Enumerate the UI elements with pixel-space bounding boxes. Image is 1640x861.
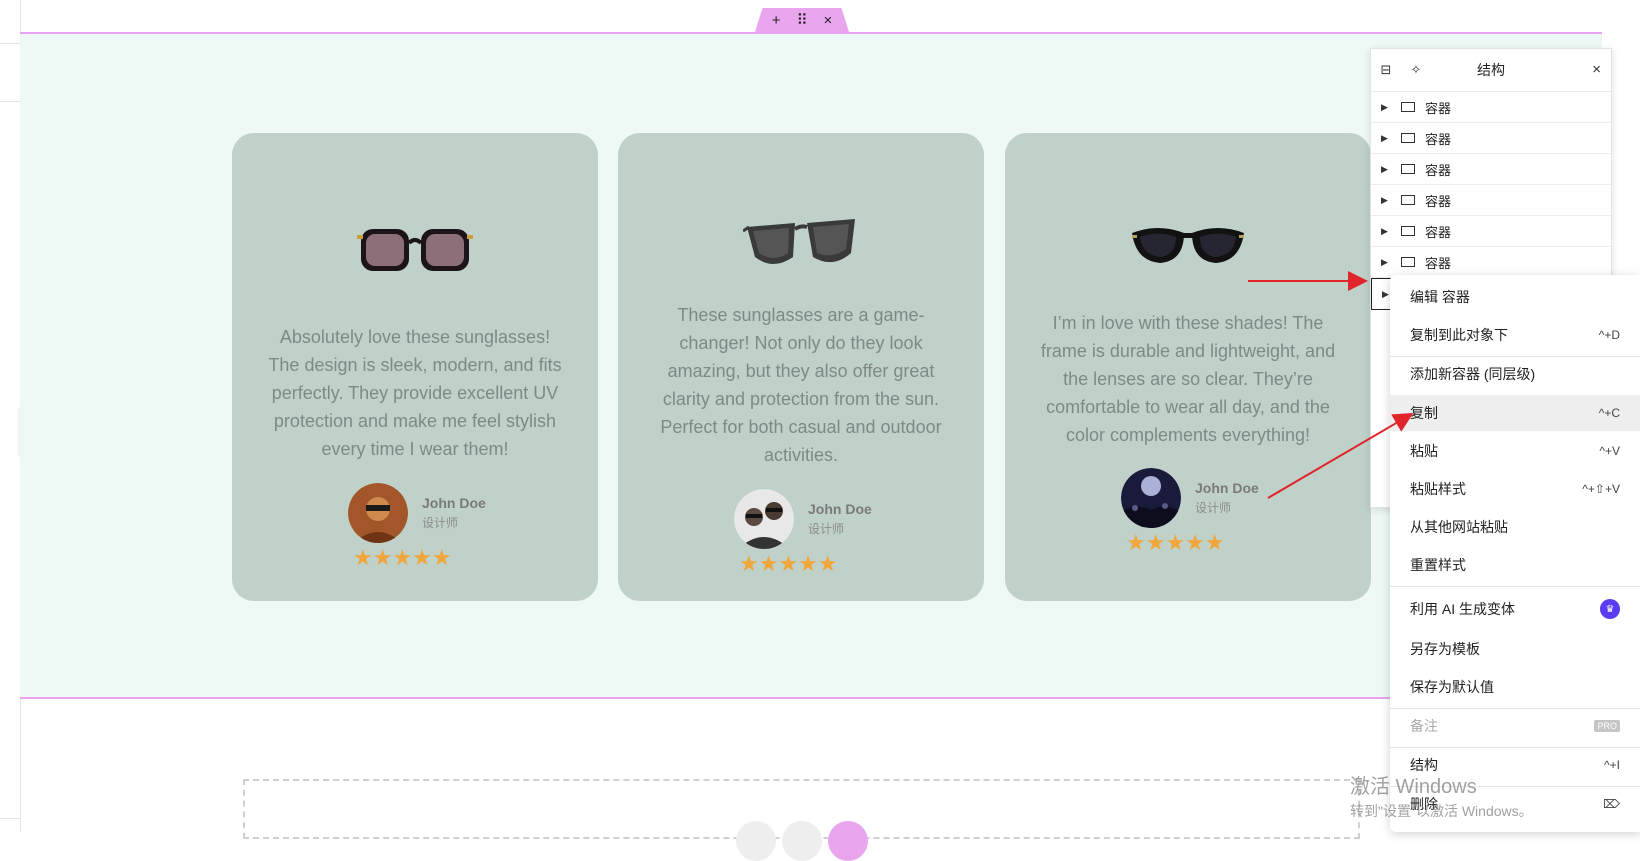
menu-item-paste-style[interactable]: 粘贴样式 ^+⇧+V xyxy=(1390,471,1640,507)
author: John Doe 设计师 xyxy=(348,483,486,543)
expand-arrow-icon[interactable]: ▶ xyxy=(1381,195,1395,206)
structure-item-label: 容器 xyxy=(1425,255,1452,271)
structure-item[interactable]: ▶ 容器 xyxy=(1371,154,1611,185)
testimonial-card[interactable]: Absolutely love these sunglasses! The de… xyxy=(232,133,598,601)
structure-item[interactable]: ▶ 容器 xyxy=(1371,123,1611,154)
expand-arrow-icon[interactable]: ▶ xyxy=(1381,102,1395,113)
add-template-button[interactable] xyxy=(782,821,822,861)
menu-item-save-template[interactable]: 另存为模板 xyxy=(1390,631,1640,667)
structure-panel-header: ⊟ ✧ 结构 × xyxy=(1371,49,1611,92)
container-icon xyxy=(1401,257,1415,267)
testimonial-quote: These sunglasses are a game-changer! Not… xyxy=(660,305,942,465)
author-role: 设计师 xyxy=(808,522,845,536)
container-icon xyxy=(1401,226,1415,236)
expand-arrow-icon[interactable]: ▶ xyxy=(1381,133,1395,144)
structure-item-label: 容器 xyxy=(1425,193,1452,209)
section-handle: + ⠿ × xyxy=(755,8,849,32)
menu-item-copy[interactable]: 复制 ^+C xyxy=(1390,395,1640,431)
menu-item-add-container[interactable]: 添加新容器 (同层级) xyxy=(1390,356,1640,392)
menu-item-duplicate[interactable]: 复制到此对象下 ^+D xyxy=(1390,317,1640,353)
avatar xyxy=(348,483,408,543)
container-icon xyxy=(1401,195,1415,205)
avatar xyxy=(1121,468,1181,528)
sunglasses-image xyxy=(357,229,473,271)
sunglasses-image xyxy=(1132,228,1244,263)
author-name: John Doe xyxy=(808,501,872,517)
menu-item-paste-from-site[interactable]: 从其他网站粘贴 xyxy=(1390,509,1640,545)
context-menu: 编辑 容器 复制到此对象下 ^+D 添加新容器 (同层级) 复制 ^+C 粘贴 ^+V… xyxy=(1390,275,1640,832)
divider xyxy=(1390,586,1640,587)
ai-button[interactable] xyxy=(828,821,868,861)
testimonial-card[interactable]: I’m in love with these shades! The frame… xyxy=(1005,133,1371,601)
menu-item-paste[interactable]: 粘贴 ^+V xyxy=(1390,433,1640,469)
sparkle-icon[interactable]: ✧ xyxy=(1401,62,1431,78)
star-rating: ★★★★★ xyxy=(739,551,838,576)
author-role: 设计师 xyxy=(422,516,459,530)
author-name: John Doe xyxy=(422,495,486,511)
author-name: John Doe xyxy=(1195,480,1259,496)
menu-item-structure[interactable]: 结构 ^+I xyxy=(1390,747,1640,783)
expand-arrow-icon[interactable]: ▶ xyxy=(1381,257,1395,268)
structure-item[interactable]: ▶ 容器 xyxy=(1371,92,1611,123)
expand-arrow-icon[interactable]: ▶ xyxy=(1381,226,1395,237)
testimonial-quote: I’m in love with these shades! The frame… xyxy=(1040,313,1336,445)
testimonial-quote: Absolutely love these sunglasses! The de… xyxy=(268,327,562,459)
ai-crown-icon: ♛ xyxy=(1600,599,1620,619)
left-sidebar-strip xyxy=(0,0,21,832)
menu-item-edit-container[interactable]: 编辑 容器 xyxy=(1390,279,1640,315)
star-rating: ★★★★★ xyxy=(353,545,452,570)
menu-item-notes: 备注 PRO xyxy=(1390,708,1640,744)
menu-item-save-default[interactable]: 保存为默认值 xyxy=(1390,669,1640,705)
author: John Doe 设计师 xyxy=(1121,468,1259,528)
avatar xyxy=(734,489,794,549)
structure-item-label: 容器 xyxy=(1425,162,1452,178)
structure-item-label: 容器 xyxy=(1425,131,1452,147)
drag-handle-icon[interactable]: ⠿ xyxy=(797,11,808,29)
container-icon xyxy=(1401,164,1415,174)
expand-arrow-icon[interactable]: ▶ xyxy=(1381,164,1395,175)
container-icon xyxy=(1401,133,1415,143)
author-role: 设计师 xyxy=(1195,501,1232,515)
pro-badge: PRO xyxy=(1594,720,1620,732)
dropdown-icon[interactable]: ⊟ xyxy=(1371,62,1401,78)
star-rating: ★★★★★ xyxy=(1126,530,1225,555)
container-icon xyxy=(1401,102,1415,112)
author: John Doe 设计师 xyxy=(734,489,872,549)
structure-item[interactable]: ▶ 容器 xyxy=(1371,216,1611,247)
add-element-button[interactable] xyxy=(736,821,776,861)
menu-item-delete[interactable]: 删除 ⌦ xyxy=(1390,786,1640,822)
structure-item-label: 容器 xyxy=(1425,224,1452,240)
structure-item[interactable]: ▶ 容器 xyxy=(1371,185,1611,216)
structure-item-label: 容器 xyxy=(1425,100,1452,116)
divider xyxy=(0,818,20,819)
menu-item-reset-style[interactable]: 重置样式 xyxy=(1390,547,1640,583)
menu-item-ai-variant[interactable]: 利用 AI 生成变体 ♛ xyxy=(1390,589,1640,629)
testimonial-section[interactable]: Absolutely love these sunglasses! The de… xyxy=(20,32,1602,699)
close-icon[interactable]: × xyxy=(824,12,833,29)
testimonial-card[interactable]: These sunglasses are a game-changer! Not… xyxy=(618,133,984,601)
divider xyxy=(0,43,20,44)
structure-item[interactable]: ▶ 容器 xyxy=(1371,247,1611,278)
add-icon[interactable]: + xyxy=(772,12,781,29)
divider xyxy=(0,101,20,102)
close-icon[interactable]: × xyxy=(1592,61,1601,78)
sunglasses-image xyxy=(743,219,855,264)
